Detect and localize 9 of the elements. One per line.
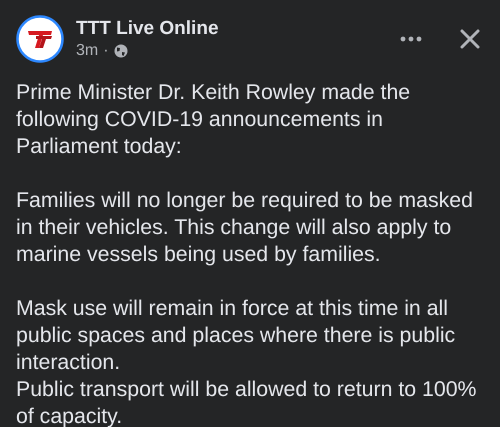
separator: · [103,42,109,60]
post-paragraph: Mask use will remain in force at this time in all public spaces and places where there is public interaction. [16,295,456,376]
more-icon [400,36,422,42]
author-name[interactable]: TTT Live Online [76,18,384,40]
globe-icon [114,44,128,58]
post-paragraph: Prime Minister Dr. Keith Rowley made the following COVID-19 announcements in Parliament today: [16,79,412,160]
post-time: 3m [76,42,98,60]
logo-icon [16,15,64,63]
post-paragraph: Families will no longer be required to be masked in their vehicles. This change will also apply to marine vessels being used by families. [16,187,474,268]
